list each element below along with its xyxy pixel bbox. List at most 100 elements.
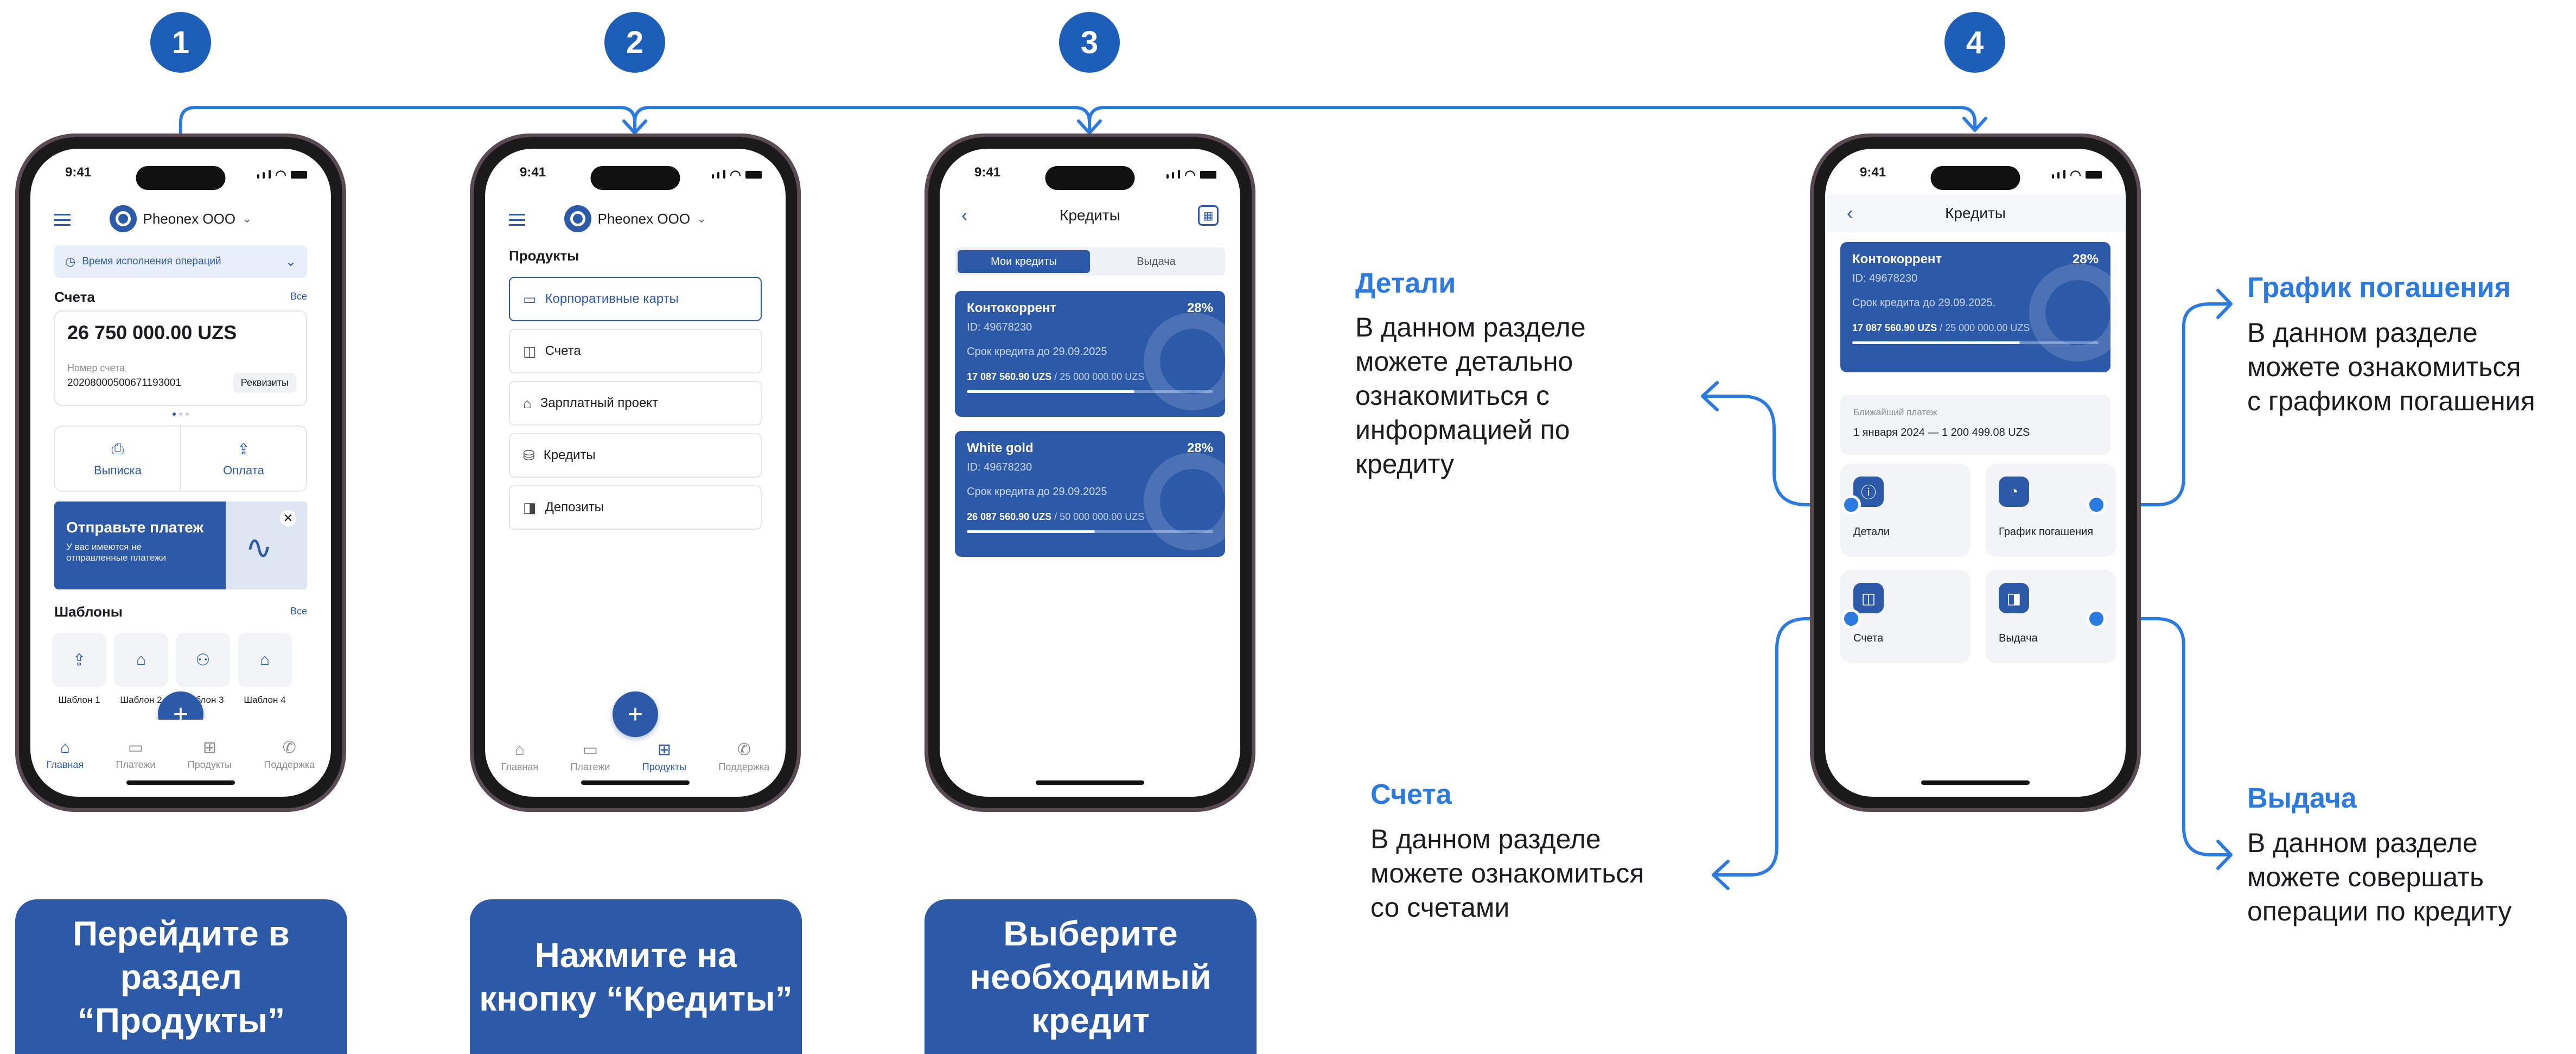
product-deposits[interactable]: ◨ Депозиты	[509, 485, 762, 530]
wallet-icon: ◫	[1853, 583, 1884, 613]
calculator-icon[interactable]: ▦	[1198, 205, 1219, 226]
credit-detail-screen: 9:41 ◠ ‹ Кредиты Контокоррент 28% ID: 49…	[1825, 149, 2126, 797]
annotation-schedule-title: График погашения	[2247, 272, 2511, 303]
credit-total: / 50 000 000.00 UZS	[1054, 511, 1145, 522]
tab-payments[interactable]: ▭ Платежи	[570, 742, 610, 773]
battery-icon	[1200, 171, 1216, 179]
annotation-details-title: Детали	[1355, 268, 1456, 299]
product-label: Корпоративные карты	[545, 291, 679, 306]
accounts-all-link[interactable]: Все	[290, 291, 307, 302]
home-icon: ⌂	[514, 741, 525, 759]
signal-icons: ◠	[2051, 165, 2102, 185]
back-chevron-icon[interactable]: ‹	[1847, 203, 1853, 224]
annotation-issuance-title: Выдача	[2247, 783, 2357, 814]
card-icon: ▭	[523, 290, 537, 307]
tab-payments[interactable]: ▭ Платежи	[116, 740, 155, 771]
template-label: Шаблон 2	[120, 695, 162, 705]
app-header: ‹ Кредиты	[1825, 194, 2126, 232]
credit-name: Контокоррент	[1852, 252, 1942, 266]
carousel-dots	[30, 412, 331, 416]
close-icon[interactable]: ✕	[280, 510, 296, 526]
credit-term: Срок кредита до 29.09.2025.	[1852, 297, 1996, 309]
quick-actions: ⎙ Выписка ⇪ Оплата	[54, 426, 307, 492]
next-payment-value: 1 января 2024 — 1 200 499.08 UZS	[1853, 427, 2030, 439]
home-indicator	[1921, 780, 2030, 785]
credit-rate: 28%	[2072, 252, 2099, 266]
tab-home[interactable]: ⌂ Главная	[47, 740, 84, 771]
credit-term: Срок кредита до 29.09.2025	[967, 486, 1107, 498]
cash-icon: ◨	[1999, 583, 2029, 613]
tab-home[interactable]: ⌂ Главная	[501, 742, 539, 773]
bank-icon: ⌂	[114, 633, 168, 687]
annotation-issuance-text: В данном разделе можете совершать операц…	[2247, 828, 2512, 926]
cellular-icon	[257, 167, 271, 182]
annotation-schedule-text: В данном разделе можете ознакомиться с г…	[2247, 318, 2535, 416]
credit-progress-fill	[967, 530, 1095, 533]
statement-label: Выписка	[93, 463, 142, 477]
product-label: Депозиты	[545, 500, 604, 515]
tab-products[interactable]: ⊞ Продукты	[642, 742, 686, 773]
ops-time-banner[interactable]: ◷ Время исполнения операций ⌄	[54, 245, 307, 278]
tab-label: Продукты	[187, 759, 232, 770]
status-bar: 9:41 ◠	[974, 165, 1216, 185]
tab-label: Поддержка	[718, 761, 770, 772]
credit-id: ID: 49678230	[967, 321, 1032, 333]
statement-button[interactable]: ⎙ Выписка	[55, 427, 181, 491]
menu-icon[interactable]	[54, 214, 71, 226]
credits-list-screen: 9:41 ◠ ‹ Кредиты ▦ Мои кредиты Выдача Ко…	[940, 149, 1240, 797]
status-time: 9:41	[520, 165, 546, 180]
flow-connectors	[179, 106, 2233, 890]
requisites-button[interactable]: Реквизиты	[233, 373, 296, 393]
promo-banner[interactable]: Отправьте платеж У вас имеются не отправ…	[54, 501, 307, 589]
tab-label: Платежи	[570, 761, 610, 772]
payment-label: Оплата	[223, 463, 264, 477]
credit-rate: 28%	[1187, 301, 1213, 315]
credit-card[interactable]: White gold 28% ID: 49678230 Срок кредита…	[955, 431, 1225, 557]
product-label: Кредиты	[543, 448, 596, 462]
tab-products[interactable]: ⊞ Продукты	[188, 740, 232, 771]
connector-dot-accounts	[1841, 609, 1861, 628]
tab-my-credits[interactable]: Мои кредиты	[958, 250, 1090, 273]
tab-bar: ⌂ Главная ▭ Платежи ⊞ Продукты ✆ Поддержка	[485, 729, 786, 773]
org-switcher[interactable]: Pheonex OOO ⌄	[564, 205, 707, 232]
payment-button[interactable]: ⇪ Оплата	[181, 427, 306, 491]
tile-label: Счета	[1853, 632, 1884, 644]
back-chevron-icon[interactable]: ‹	[961, 205, 967, 226]
tab-support[interactable]: ✆ Поддержка	[264, 740, 315, 771]
tab-label: Главная	[46, 759, 84, 770]
templates-all-link[interactable]: Все	[290, 606, 307, 617]
app-header: Pheonex OOO ⌄	[30, 200, 331, 238]
tile-label: Детали	[1853, 526, 1890, 538]
annotation-accounts-text: В данном разделе можете ознакомиться со …	[1370, 824, 1644, 923]
product-corporate-cards[interactable]: ▭ Корпоративные карты	[509, 277, 762, 321]
accounts-title: Счета	[54, 289, 95, 305]
menu-icon[interactable]	[509, 214, 525, 226]
wallet-icon: ▭	[127, 739, 144, 757]
account-card[interactable]: 26 750 000.00 UZS Номер счета 2020800050…	[54, 310, 307, 406]
product-credits[interactable]: ⛁ Кредиты	[509, 433, 762, 478]
template-item[interactable]: ⇪ Шаблон 1	[52, 633, 106, 706]
org-switcher[interactable]: Pheonex OOO ⌄	[109, 205, 252, 232]
clock-icon: ◷	[65, 255, 76, 268]
account-number-label: Номер счета	[67, 363, 125, 373]
tab-support[interactable]: ✆ Поддержка	[718, 742, 769, 773]
wifi-icon: ◠	[2070, 167, 2081, 182]
phone-products: 9:41 ◠ Pheonex OOO ⌄ Продукты ▭ Корпорати…	[470, 134, 801, 812]
status-bar: 9:41 ◠	[1860, 165, 2102, 185]
tile-details[interactable]: ⓘ Детали	[1840, 463, 1971, 557]
chevron-down-icon: ⌄	[697, 212, 707, 225]
product-accounts[interactable]: ◫ Счета	[509, 329, 762, 373]
phone-icon: ✆	[737, 741, 751, 759]
template-item[interactable]: ⌂ Шаблон 4	[238, 633, 292, 706]
credit-name: Контокоррент	[967, 301, 1057, 315]
upload-icon: ⇪	[237, 440, 250, 458]
wifi-icon: ◠	[275, 167, 286, 182]
template-item[interactable]: ⌂ Шаблон 2	[114, 633, 168, 706]
credit-card[interactable]: Контокоррент 28% ID: 49678230 Срок креди…	[955, 291, 1225, 417]
schedule-icon: ◔	[1999, 477, 2029, 507]
credit-term: Срок кредита до 29.09.2025	[967, 346, 1107, 358]
credit-total: / 25 000 000.00 UZS	[1054, 371, 1145, 382]
product-payroll[interactable]: ⌂ Зарплатный проект	[509, 381, 762, 426]
tab-issuance[interactable]: Выдача	[1090, 250, 1222, 273]
step-caption-2: Нажмите на кнопку “Кредиты”	[470, 899, 802, 1054]
